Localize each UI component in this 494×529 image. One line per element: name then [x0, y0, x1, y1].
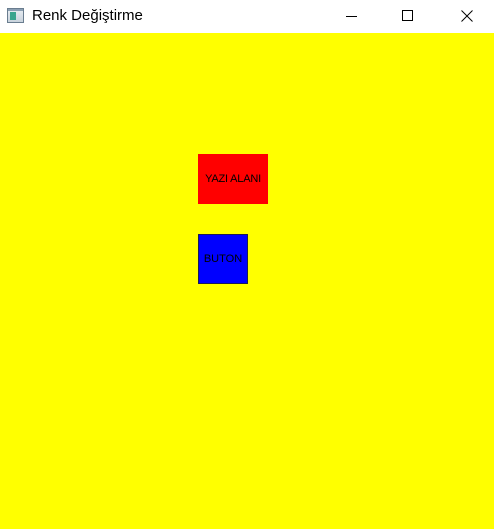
- title-bar[interactable]: Renk Değiştirme: [0, 0, 494, 33]
- close-icon: [461, 9, 473, 22]
- close-button[interactable]: [444, 0, 490, 31]
- client-area: YAZI ALANI BUTON: [0, 33, 494, 529]
- window-title: Renk Değiştirme: [32, 7, 143, 24]
- maximize-icon: [402, 9, 413, 21]
- color-change-button[interactable]: BUTON: [198, 234, 248, 284]
- minimize-icon: [346, 15, 357, 17]
- minimize-button[interactable]: [329, 0, 375, 31]
- text-area-label: YAZI ALANI: [198, 154, 268, 204]
- window-app-icon[interactable]: [7, 8, 24, 23]
- app-icon-bar: [8, 9, 23, 11]
- app-window: Renk Değiştirme YAZI ALANI BUTON: [0, 0, 494, 529]
- app-icon-pane: [10, 12, 16, 20]
- maximize-button[interactable]: [385, 0, 431, 31]
